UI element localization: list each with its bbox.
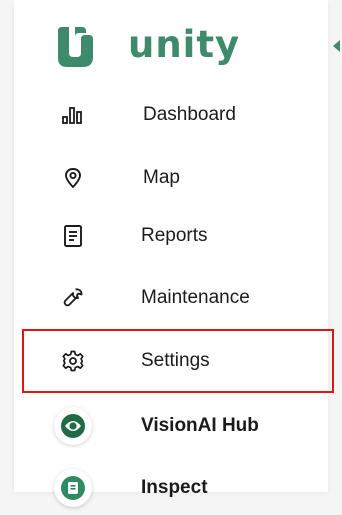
unity-logo-mark-icon bbox=[58, 27, 93, 67]
sidebar-item-label: Dashboard bbox=[143, 104, 236, 125]
sidebar-item-dashboard[interactable]: Dashboard bbox=[50, 88, 340, 142]
sidebar-item-maintenance[interactable]: Maintenance bbox=[50, 271, 340, 325]
sidebar-item-label: Maintenance bbox=[141, 287, 250, 308]
inspect-logo-icon bbox=[50, 469, 96, 507]
collapse-sidebar-icon[interactable] bbox=[333, 40, 340, 52]
sidebar-item-map[interactable]: Map bbox=[50, 151, 340, 205]
map-pin-icon bbox=[50, 167, 96, 189]
wrench-icon bbox=[50, 286, 96, 310]
brand-wordmark: unity bbox=[128, 22, 241, 66]
brand-logo[interactable]: unity bbox=[52, 20, 292, 72]
highlight-box bbox=[22, 329, 334, 393]
bar-chart-icon bbox=[50, 105, 96, 125]
sidebar: unity Dashboard Map Reports Maintenance … bbox=[14, 0, 340, 507]
sidebar-item-label: Map bbox=[143, 167, 180, 188]
sidebar-item-label: VisionAI Hub bbox=[141, 415, 259, 436]
sidebar-item-reports[interactable]: Reports bbox=[50, 209, 340, 263]
sidebar-item-label: Inspect bbox=[141, 477, 208, 498]
sidebar-item-label: Reports bbox=[141, 225, 208, 246]
visionai-logo-icon bbox=[50, 407, 96, 445]
sidebar-item-inspect[interactable]: Inspect bbox=[50, 461, 340, 515]
sidebar-item-visionai-hub[interactable]: VisionAI Hub bbox=[50, 399, 340, 453]
document-icon bbox=[50, 224, 96, 248]
